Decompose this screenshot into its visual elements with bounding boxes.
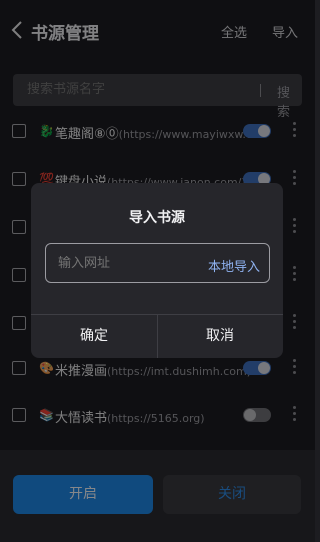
local-import-button[interactable]: 本地导入 xyxy=(208,256,260,275)
cancel-button[interactable]: 取消 xyxy=(157,314,283,358)
import-source-dialog: 导入书源 本地导入 确定 取消 xyxy=(31,183,283,358)
confirm-button[interactable]: 确定 xyxy=(31,314,157,358)
dialog-title: 导入书源 xyxy=(129,210,185,226)
url-input[interactable] xyxy=(58,256,198,271)
url-field: 本地导入 xyxy=(45,243,270,283)
